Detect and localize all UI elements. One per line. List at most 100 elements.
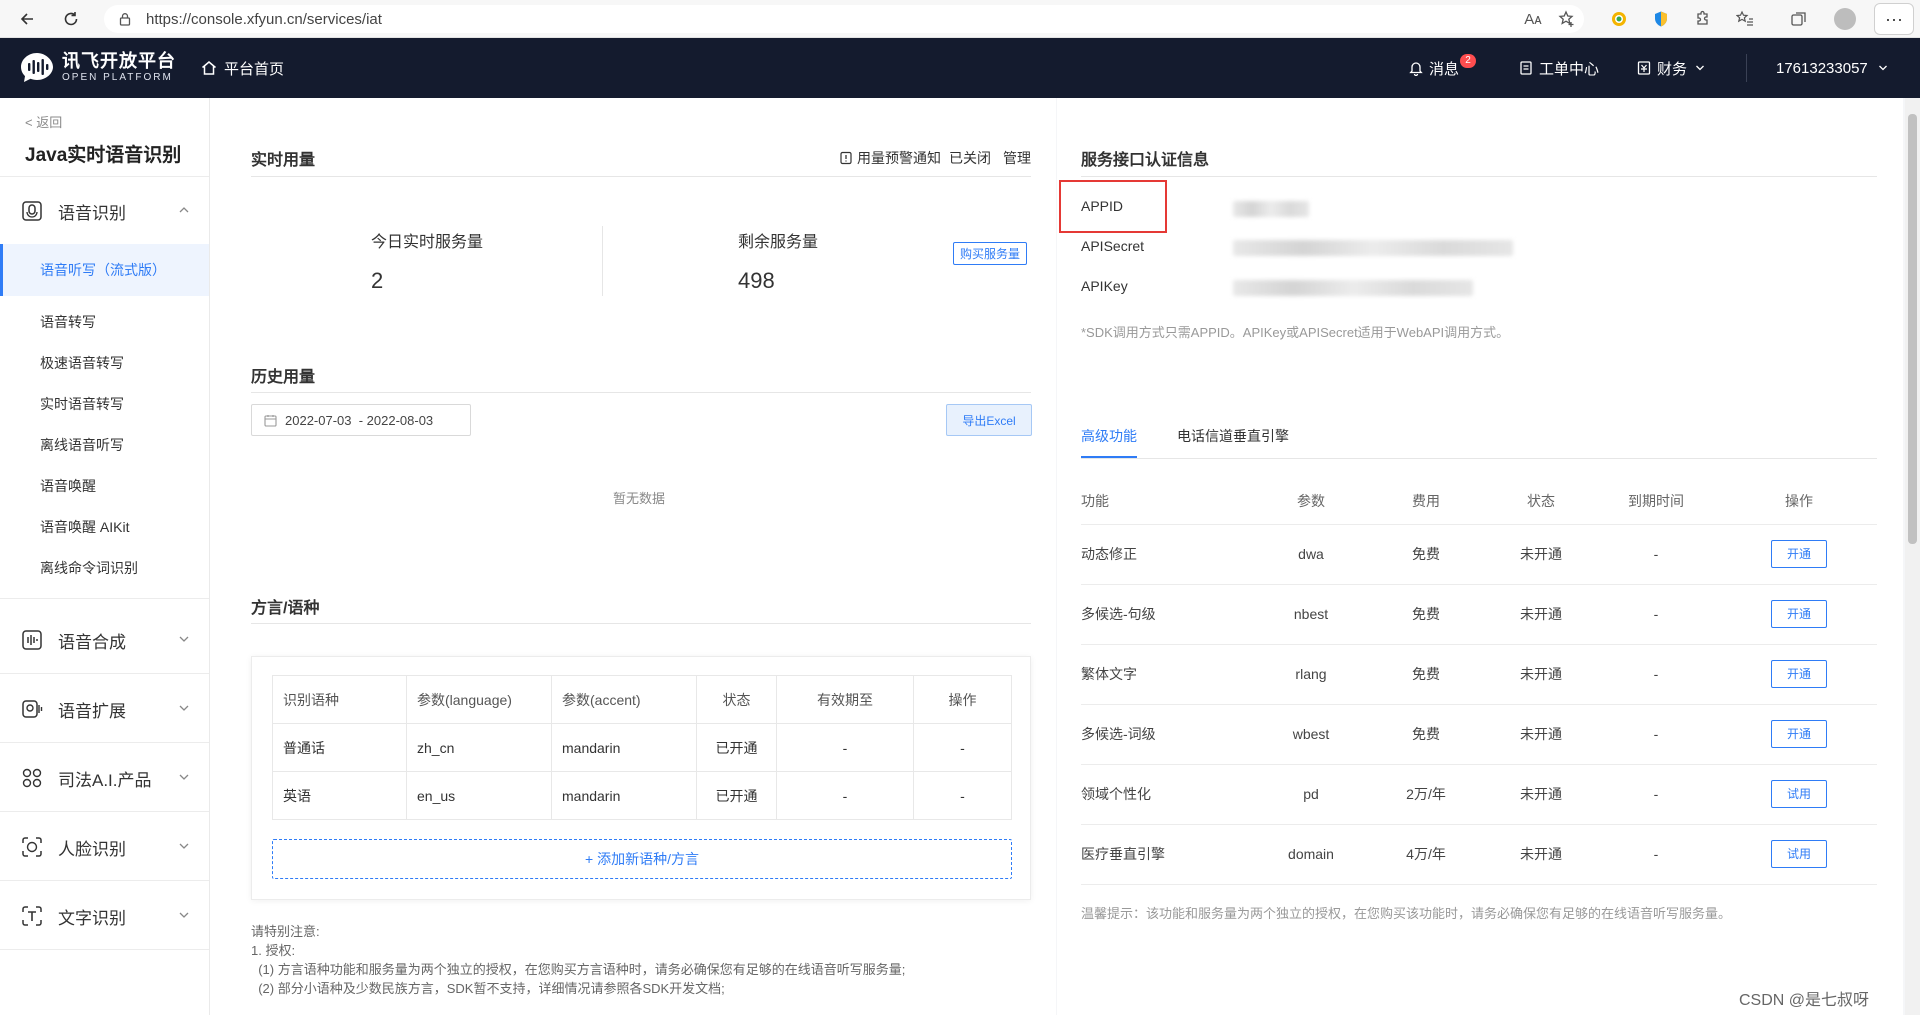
sidebar-divider bbox=[0, 880, 209, 881]
table-cell: - bbox=[1591, 644, 1721, 705]
sidebar-group-speech-recognition[interactable]: 语音识别 bbox=[0, 186, 209, 236]
sidebar-divider bbox=[0, 811, 209, 812]
enable-nbest-button[interactable]: 开通 bbox=[1771, 600, 1827, 628]
auth-title: 服务接口认证信息 bbox=[1081, 152, 1210, 169]
note-line: 请特别注意: bbox=[251, 924, 320, 939]
column-header: 到期时间 bbox=[1591, 478, 1721, 525]
table-cell: 动态修正 bbox=[1081, 524, 1261, 585]
speech-synthesis-icon bbox=[20, 628, 44, 652]
column-header: 参数 bbox=[1261, 478, 1361, 525]
table-cell: en_us bbox=[406, 771, 552, 820]
chevron-down-icon bbox=[178, 909, 190, 924]
divider bbox=[1081, 176, 1877, 177]
chevron-down-icon bbox=[178, 633, 190, 648]
enable-rlang-button[interactable]: 开通 bbox=[1771, 660, 1827, 688]
speech-extension-icon bbox=[20, 697, 44, 721]
sidebar-group-speech-extension[interactable]: 语音扩展 bbox=[0, 684, 209, 734]
table-cell: - bbox=[1591, 824, 1721, 885]
sidebar-item-offline-command[interactable]: 离线命令词识别 bbox=[0, 548, 209, 588]
table-cell: mandarin bbox=[551, 771, 697, 820]
table-cell: 医疗垂直引擎 bbox=[1081, 824, 1261, 885]
column-header: 操作 bbox=[1721, 478, 1877, 525]
refresh-icon[interactable] bbox=[58, 6, 84, 32]
sidebar-group-face-recognition[interactable]: 人脸识别 bbox=[0, 822, 209, 872]
sidebar-item-realtime-transcription[interactable]: 实时语音转写 bbox=[0, 384, 209, 424]
sidebar-group-text-recognition[interactable]: 文字识别 bbox=[0, 891, 209, 941]
sidebar-group-judicial-ai[interactable]: 司法A.I.产品 bbox=[0, 753, 209, 803]
enable-dwa-button[interactable]: 开通 bbox=[1771, 540, 1827, 568]
more-menu-button[interactable]: ··· bbox=[1874, 3, 1914, 35]
address-bar[interactable]: https://console.xfyun.cn/services/iat bbox=[104, 5, 1584, 33]
add-language-button[interactable]: + 添加新语种/方言 bbox=[272, 839, 1012, 879]
sidebar-item-transcription[interactable]: 语音转写 bbox=[0, 302, 209, 342]
table-cell: 4万/年 bbox=[1361, 824, 1491, 885]
date-range-picker[interactable]: 2022-07-03 - 2022-08-03 bbox=[251, 404, 471, 436]
trial-domain-button[interactable]: 试用 bbox=[1771, 840, 1827, 868]
sidebar-item-iat-streaming[interactable]: 语音听写（流式版） bbox=[0, 244, 209, 296]
usage-manage-link[interactable]: 管理 bbox=[1003, 148, 1031, 168]
remaining-usage-label: 剩余服务量 bbox=[738, 234, 819, 251]
advanced-tip: 温馨提示：该功能和服务量为两个独立的授权，在您购买该功能时，请务必确保您有足够的… bbox=[1081, 906, 1732, 921]
ticket-icon bbox=[1520, 61, 1532, 75]
tab-telephone-engine[interactable]: 电话信道垂直引擎 bbox=[1177, 426, 1289, 458]
divider bbox=[251, 176, 1031, 177]
top-header: 讯飞开放平台 OPEN PLATFORM 平台首页 消息 2 工单中心 财务 1… bbox=[0, 38, 1920, 98]
advanced-features-table: 功能 参数 费用 状态 到期时间 操作 动态修正 dwa 免费 未开通 - 开通 bbox=[1081, 478, 1877, 885]
messages-link[interactable]: 消息 2 bbox=[1408, 38, 1477, 98]
extensions-puzzle-icon[interactable] bbox=[1690, 6, 1716, 32]
chevron-down-icon bbox=[178, 840, 190, 855]
buy-usage-button[interactable]: 购买服务量 bbox=[953, 242, 1028, 265]
chevron-up-icon bbox=[178, 204, 190, 219]
export-excel-button[interactable]: 导出Excel bbox=[946, 404, 1032, 436]
usage-alert-link[interactable]: 用量预警通知 bbox=[857, 148, 941, 168]
table-cell: - bbox=[776, 771, 914, 820]
main-content: 实时用量 用量预警通知 已关闭 管理 今日实时服务量 2 剩余服务量 498 购… bbox=[211, 98, 1909, 1015]
sidebar-item-voice-wakeup-aikit[interactable]: 语音唤醒 AIKit bbox=[0, 507, 209, 547]
page-scrollbar[interactable] bbox=[1905, 98, 1920, 1015]
sidebar-item-voice-wakeup[interactable]: 语音唤醒 bbox=[0, 466, 209, 506]
face-recognition-icon bbox=[20, 835, 44, 859]
column-header: 功能 bbox=[1081, 478, 1261, 525]
xfyun-logo[interactable]: 讯飞开放平台 OPEN PLATFORM bbox=[18, 48, 176, 86]
header-divider bbox=[1746, 54, 1747, 82]
table-cell: 免费 bbox=[1361, 524, 1491, 585]
extension-color-icon[interactable] bbox=[1606, 6, 1632, 32]
left-panel: 实时用量 用量预警通知 已关闭 管理 今日实时服务量 2 剩余服务量 498 购… bbox=[211, 98, 1056, 1015]
back-link[interactable]: < 返回 bbox=[25, 112, 62, 131]
browser-toolbar: https://console.xfyun.cn/services/iat Aᴀ… bbox=[0, 0, 1920, 38]
profile-avatar-icon[interactable] bbox=[1832, 6, 1858, 32]
sidebar-group-speech-synthesis[interactable]: 语音合成 bbox=[0, 615, 209, 665]
platform-home-link[interactable]: 平台首页 bbox=[200, 38, 284, 98]
tab-advanced-features[interactable]: 高级功能 bbox=[1081, 426, 1137, 458]
finance-menu[interactable]: 财务 bbox=[1636, 38, 1710, 98]
enable-wbest-button[interactable]: 开通 bbox=[1771, 720, 1827, 748]
extension-shield-icon[interactable] bbox=[1648, 6, 1674, 32]
note-line: (1) 方言语种功能和服务量为两个独立的授权，在您购买方言语种时，请务必确保您有… bbox=[251, 962, 906, 977]
favorite-star-icon[interactable] bbox=[1554, 6, 1580, 32]
right-panel: 服务接口认证信息 APPID APISecret APIKey *SDK调用方式… bbox=[1057, 98, 1903, 1015]
sidebar-item-fast-transcription[interactable]: 极速语音转写 bbox=[0, 343, 209, 383]
appid-label: APPID bbox=[1081, 198, 1124, 214]
scrollbar-thumb[interactable] bbox=[1908, 114, 1917, 544]
table-cell: - bbox=[913, 771, 1012, 820]
ticket-center-link[interactable]: 工单中心 bbox=[1518, 38, 1599, 98]
table-cell: 普通话 bbox=[272, 723, 407, 772]
column-header: 识别语种 bbox=[272, 675, 407, 724]
table-cell: rlang bbox=[1261, 644, 1361, 705]
table-cell: 免费 bbox=[1361, 704, 1491, 765]
calendar-icon bbox=[264, 414, 277, 427]
usage-tools: 用量预警通知 已关闭 管理 bbox=[839, 148, 1031, 168]
sidebar-item-offline-dictation[interactable]: 离线语音听写 bbox=[0, 425, 209, 465]
account-menu[interactable]: 17613233057 bbox=[1776, 38, 1893, 98]
chevron-down-icon bbox=[1695, 60, 1710, 77]
table-row: 多候选-句级 nbest 免费 未开通 - 开通 bbox=[1081, 584, 1877, 645]
trial-pd-button[interactable]: 试用 bbox=[1771, 780, 1827, 808]
back-arrow-icon[interactable] bbox=[14, 6, 40, 32]
read-aloud-icon[interactable]: Aᴀ bbox=[1520, 6, 1546, 32]
sidebar-divider bbox=[0, 176, 209, 177]
sidebar-divider bbox=[0, 949, 209, 950]
apikey-label: APIKey bbox=[1081, 278, 1128, 294]
table-row: 繁体文字 rlang 免费 未开通 - 开通 bbox=[1081, 644, 1877, 705]
collections-icon[interactable] bbox=[1786, 6, 1812, 32]
favorites-list-icon[interactable] bbox=[1732, 6, 1758, 32]
